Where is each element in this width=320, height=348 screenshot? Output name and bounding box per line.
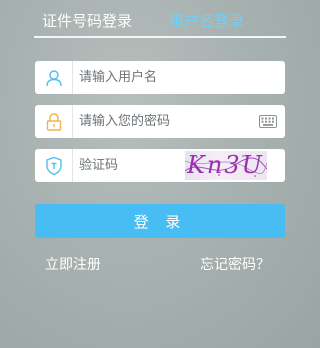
lock-icon (46, 112, 61, 131)
keyboard-icon[interactable] (259, 115, 277, 128)
user-icon-cell (35, 61, 73, 94)
lock-icon-cell (35, 105, 73, 138)
tab-id-login[interactable]: 证件号码登录 (42, 10, 132, 32)
password-input[interactable] (79, 111, 255, 132)
tab-underline (34, 36, 286, 38)
login-tabs: 证件号码登录 用户名登录 (34, 10, 286, 38)
captcha-field: Kn3U (35, 149, 285, 182)
username-input[interactable] (79, 67, 255, 88)
username-field (35, 61, 285, 94)
register-link[interactable]: 立即注册 (45, 254, 101, 274)
captcha-image[interactable]: Kn3U (185, 151, 267, 180)
tab-username-login[interactable]: 用户名登录 (169, 10, 244, 32)
captcha-text: Kn3U (187, 151, 264, 179)
shield-icon (45, 156, 62, 175)
password-field (35, 105, 285, 138)
shield-icon-cell (35, 149, 73, 182)
login-button[interactable]: 登 录 (35, 204, 285, 238)
forgot-password-link[interactable]: 忘记密码？ (200, 254, 270, 274)
user-icon (45, 69, 62, 86)
